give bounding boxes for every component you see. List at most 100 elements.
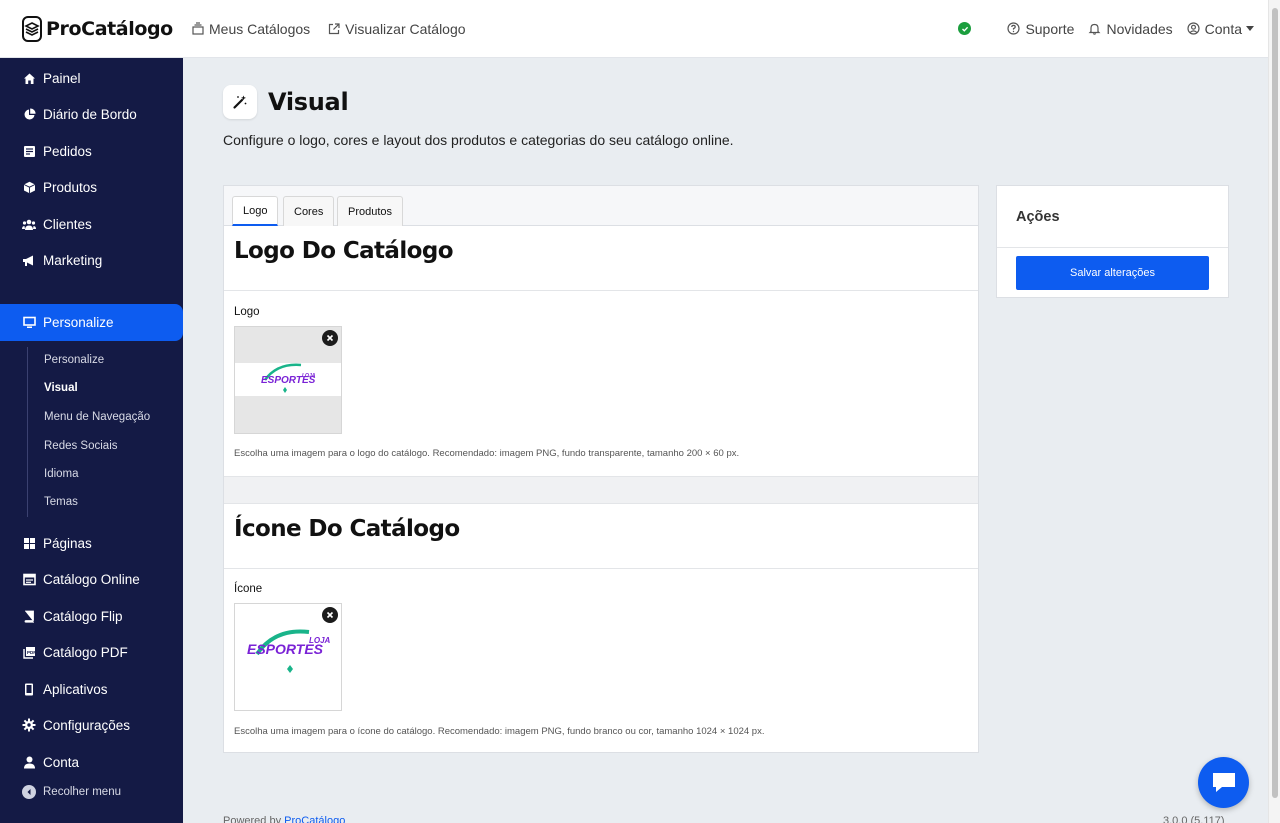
personalize-subnav: Personalize Visual Menu de Navegação Red… bbox=[27, 347, 150, 517]
sidebar-item-label: Personalize bbox=[43, 315, 114, 330]
sidebar-item-catalogo-flip[interactable]: Catálogo Flip bbox=[0, 598, 183, 634]
sidebar-item-label: Catálogo PDF bbox=[43, 644, 128, 660]
sidebar-item-label: Marketing bbox=[43, 252, 103, 268]
remove-icon-button[interactable] bbox=[322, 607, 338, 623]
icon-big-text: ESPORTES bbox=[247, 641, 324, 657]
footer-powered-by: Powered by ProCatálogo bbox=[223, 815, 345, 823]
chevron-left-icon bbox=[22, 785, 36, 799]
brand-logo[interactable]: ProCatálogo bbox=[22, 15, 173, 42]
layers-icon bbox=[22, 15, 42, 42]
icon-preview[interactable]: LOJA ESPORTES bbox=[234, 603, 342, 711]
sidebar-item-pedidos[interactable]: Pedidos bbox=[0, 133, 183, 169]
sidebar-item-label: Catálogo Online bbox=[43, 571, 140, 587]
home-icon bbox=[22, 71, 36, 85]
nav-news[interactable]: Novidades bbox=[1088, 20, 1173, 37]
svg-text:PDF: PDF bbox=[27, 649, 36, 654]
status-ok-icon bbox=[958, 22, 972, 35]
footer-powered-link[interactable]: ProCatálogo bbox=[284, 815, 345, 823]
divider bbox=[224, 290, 978, 291]
sidebar-item-diario[interactable]: Diário de Bordo bbox=[0, 96, 183, 132]
footer-powered-prefix: Powered by bbox=[223, 815, 282, 823]
tab-bar: Logo Cores Produtos bbox=[224, 186, 978, 226]
help-circle-icon bbox=[1007, 22, 1021, 35]
user-icon bbox=[22, 755, 36, 769]
icon-section-title: Ícone Do Catálogo bbox=[234, 516, 460, 542]
sidebar-item-label: Painel bbox=[43, 70, 81, 86]
sidebar-item-personalize[interactable]: Personalize bbox=[0, 304, 183, 341]
subnav-item-temas[interactable]: Temas bbox=[44, 496, 184, 508]
logo-preview[interactable]: LOJA ESPORTES bbox=[234, 326, 342, 434]
gear-icon bbox=[22, 718, 36, 732]
page-header: Visual bbox=[223, 85, 349, 119]
user-circle-icon bbox=[1187, 22, 1200, 35]
subnav-item-visual[interactable]: Visual bbox=[44, 382, 184, 394]
sidebar-item-produtos[interactable]: Produtos bbox=[0, 169, 183, 205]
logo-section-title: Logo Do Catálogo bbox=[234, 238, 454, 264]
nav-my-catalogs-label: Meus Catálogos bbox=[209, 20, 311, 37]
box-icon bbox=[22, 180, 36, 194]
footer-version: 3.0.0 (5.117) bbox=[1163, 815, 1225, 823]
subnav-item-personalize[interactable]: Personalize bbox=[44, 354, 184, 366]
close-icon bbox=[326, 611, 334, 619]
save-changes-button[interactable]: Salvar alterações bbox=[1016, 256, 1209, 290]
top-bar: ProCatálogo Meus Catálogos Visualizar Ca… bbox=[0, 0, 1268, 58]
sidebar-item-label: Clientes bbox=[43, 216, 92, 232]
sidebar-item-label: Catálogo Flip bbox=[43, 608, 123, 624]
nav-support-label: Suporte bbox=[1025, 20, 1075, 37]
pdf-icon: PDF bbox=[22, 645, 36, 659]
window-icon bbox=[22, 572, 36, 586]
chevron-down-icon bbox=[1246, 26, 1254, 31]
nav-view-catalog[interactable]: Visualizar Catálogo bbox=[328, 20, 466, 37]
collapse-menu-label: Recolher menu bbox=[43, 786, 121, 798]
visual-settings-card: Logo Cores Produtos Logo Do Catálogo Log… bbox=[223, 185, 979, 753]
book-icon bbox=[22, 609, 36, 623]
sidebar-item-aplicativos[interactable]: Aplicativos bbox=[0, 671, 183, 707]
logo-big-text: ESPORTES bbox=[261, 375, 316, 386]
subnav-item-menu-navegacao[interactable]: Menu de Navegação bbox=[44, 411, 184, 423]
nav-account[interactable]: Conta bbox=[1187, 21, 1254, 37]
magic-wand-icon bbox=[223, 85, 257, 119]
sidebar-item-catalogo-online[interactable]: Catálogo Online bbox=[0, 561, 183, 597]
nav-news-label: Novidades bbox=[1106, 20, 1173, 37]
pie-chart-icon bbox=[22, 107, 36, 121]
collapse-menu-button[interactable]: Recolher menu bbox=[0, 785, 121, 799]
grid-icon bbox=[22, 536, 36, 550]
chat-button[interactable] bbox=[1198, 757, 1249, 808]
icon-help-text: Escolha uma imagem para o ícone do catál… bbox=[234, 726, 765, 737]
sidebar-item-label: Conta bbox=[43, 754, 80, 770]
section-separator bbox=[224, 476, 978, 504]
tab-cores[interactable]: Cores bbox=[283, 196, 335, 226]
actions-title: Ações bbox=[1016, 209, 1060, 225]
external-link-icon bbox=[329, 22, 340, 34]
sidebar-item-configuracoes[interactable]: Configurações bbox=[0, 707, 183, 743]
actions-panel: Ações Salvar alterações bbox=[996, 185, 1229, 298]
subnav-item-idioma[interactable]: Idioma bbox=[44, 468, 184, 480]
sidebar-item-marketing[interactable]: Marketing bbox=[0, 242, 183, 278]
sidebar-item-catalogo-pdf[interactable]: PDF Catálogo PDF bbox=[0, 634, 183, 670]
nav-account-label: Conta bbox=[1204, 20, 1242, 37]
logo-help-text: Escolha uma imagem para o logo do catálo… bbox=[234, 448, 740, 459]
scrollbar-thumb[interactable] bbox=[1272, 8, 1278, 798]
close-icon bbox=[326, 334, 334, 342]
divider bbox=[997, 247, 1228, 248]
sidebar-item-conta[interactable]: Conta bbox=[0, 744, 183, 780]
sidebar-item-label: Páginas bbox=[43, 535, 92, 551]
tab-produtos[interactable]: Produtos bbox=[337, 196, 404, 226]
stack-icon bbox=[192, 22, 204, 35]
brand-name: ProCatálogo bbox=[46, 17, 173, 40]
megaphone-icon bbox=[22, 253, 36, 267]
sidebar-item-painel[interactable]: Painel bbox=[0, 60, 183, 96]
nav-view-catalog-label: Visualizar Catálogo bbox=[345, 20, 466, 37]
tab-logo[interactable]: Logo bbox=[232, 196, 279, 226]
nav-my-catalogs[interactable]: Meus Catálogos bbox=[192, 21, 310, 37]
receipt-icon bbox=[22, 144, 36, 158]
vertical-scrollbar[interactable] bbox=[1268, 0, 1280, 823]
nav-support[interactable]: Suporte bbox=[1007, 21, 1074, 37]
sidebar-item-paginas[interactable]: Páginas bbox=[0, 525, 183, 561]
remove-logo-button[interactable] bbox=[322, 330, 338, 346]
chat-bubble-icon bbox=[1212, 772, 1235, 792]
logo-field-label: Logo bbox=[234, 306, 260, 318]
sidebar-item-clientes[interactable]: Clientes bbox=[0, 206, 183, 242]
sidebar-item-label: Pedidos bbox=[43, 143, 92, 159]
subnav-item-redes-sociais[interactable]: Redes Sociais bbox=[44, 440, 184, 452]
